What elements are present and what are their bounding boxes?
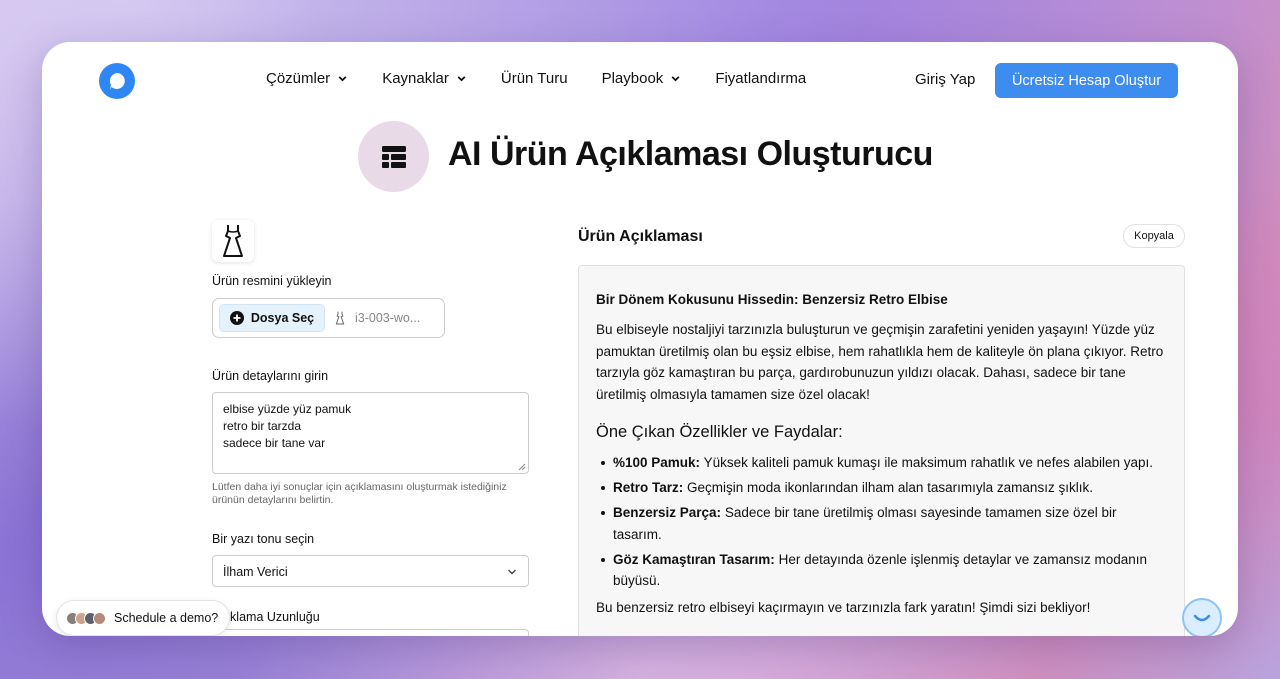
logo-icon[interactable] xyxy=(99,63,135,99)
chevron-down-icon xyxy=(338,76,347,82)
avatar-group xyxy=(66,611,106,625)
tone-select[interactable]: İlham Verici xyxy=(212,555,529,587)
chevron-down-icon xyxy=(508,569,516,575)
file-upload-field[interactable]: Dosya Seç i3-003-wo... xyxy=(212,298,445,338)
nav-item-product-tour[interactable]: Ürün Turu xyxy=(501,70,568,87)
list-item: Göz Kamaştıran Tasarım: Her detayında öz… xyxy=(596,549,1167,592)
plus-circle-icon xyxy=(229,311,244,325)
dress-icon xyxy=(335,311,345,325)
details-hint: Lütfen daha iyi sonuçlar için açıklaması… xyxy=(212,481,507,506)
tone-label: Bir yazı tonu seçin xyxy=(212,532,315,546)
avatar xyxy=(93,611,106,625)
output-heading: Bir Dönem Kokusunu Hissedin: Benzersiz R… xyxy=(596,292,948,307)
features-title: Öne Çıkan Özellikler ve Faydalar: xyxy=(596,423,843,441)
dress-icon xyxy=(212,220,254,262)
output-panel: Bir Dönem Kokusunu Hissedin: Benzersiz R… xyxy=(578,265,1185,636)
page-title: AI Ürün Açıklaması Oluşturucu xyxy=(448,135,933,173)
main-nav: Çözümler Kaynaklar Ürün Turu Playbook Fi… xyxy=(266,70,806,87)
chevron-down-icon xyxy=(671,76,680,82)
signup-button[interactable]: Ücretsiz Hesap Oluştur xyxy=(995,63,1178,98)
browser-window: Çözümler Kaynaklar Ürün Turu Playbook Fi… xyxy=(42,42,1238,636)
login-link[interactable]: Giriş Yap xyxy=(915,71,975,88)
chevron-down-icon xyxy=(457,76,466,82)
features-list: %100 Pamuk: Yüksek kaliteli pamuk kumaşı… xyxy=(596,452,1167,592)
nav-item-resources[interactable]: Kaynaklar xyxy=(382,70,467,87)
output-intro: Bu elbiseyle nostaljiyi tarzınızla buluş… xyxy=(596,322,1164,402)
output-closing: Bu benzersiz retro elbiseyi kaçırmayın v… xyxy=(596,599,1091,615)
output-title: Ürün Açıklaması xyxy=(578,228,703,245)
schedule-demo-button[interactable]: Schedule a demo? xyxy=(56,600,230,636)
list-item: %100 Pamuk: Yüksek kaliteli pamuk kumaşı… xyxy=(596,452,1167,474)
nav-item-playbook[interactable]: Playbook xyxy=(602,70,682,87)
selected-file: i3-003-wo... xyxy=(334,310,420,326)
list-item: Benzersiz Parça: Sadece bir tane üretilm… xyxy=(596,502,1167,545)
copy-button[interactable]: Kopyala xyxy=(1123,224,1185,248)
list-item: Retro Tarz: Geçmişin moda ikonlarından i… xyxy=(596,477,1167,499)
details-label: Ürün detaylarını girin xyxy=(212,369,329,383)
chat-widget-icon[interactable] xyxy=(1182,598,1222,636)
nav-item-solutions[interactable]: Çözümler xyxy=(266,70,348,87)
table-icon xyxy=(358,121,429,192)
upload-label: Ürün resmini yükleyin xyxy=(212,274,332,288)
resize-handle-icon[interactable] xyxy=(518,463,526,471)
choose-file-button[interactable]: Dosya Seç xyxy=(219,304,325,332)
nav-item-pricing[interactable]: Fiyatlandırma xyxy=(715,70,806,87)
details-textarea[interactable]: elbise yüzde yüz pamuk retro bir tarzda … xyxy=(212,392,529,474)
length-select[interactable] xyxy=(212,629,529,636)
